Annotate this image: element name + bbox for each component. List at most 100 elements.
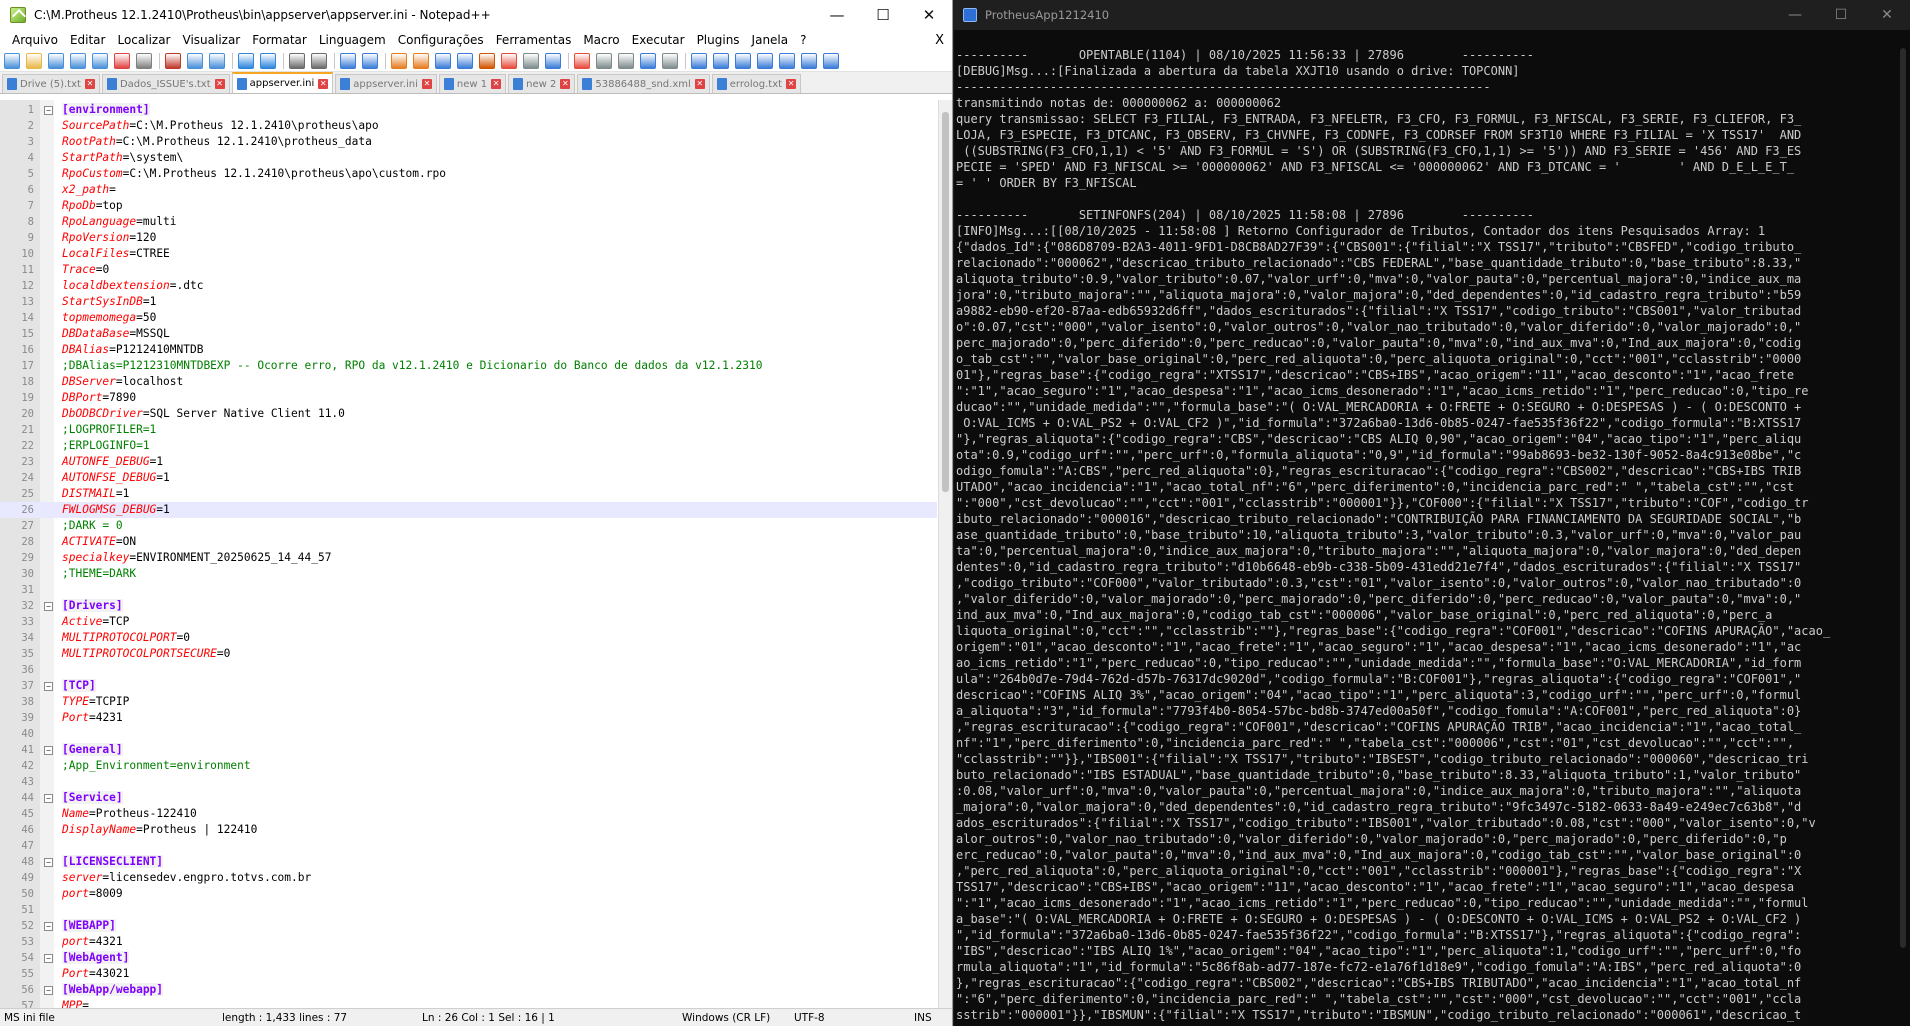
file-tab[interactable]: new 1 ✕ — [438, 74, 507, 93]
editor-line[interactable]: 54 − [WebAgent] — [0, 950, 937, 966]
editor-line[interactable]: 16 DBAlias=P1212410MNTDB — [0, 342, 937, 358]
toolbar-button-icon[interactable] — [596, 52, 612, 69]
editor-line[interactable]: 40 — [0, 726, 937, 742]
tab-close-icon[interactable]: ✕ — [560, 79, 571, 89]
editor-line[interactable]: 11 Trace=0 — [0, 262, 937, 278]
toolbar-button-icon[interactable] — [209, 52, 225, 69]
editor-line[interactable]: 23 AUTONFE_DEBUG=1 — [0, 454, 937, 470]
menu-item[interactable]: Configurações — [392, 33, 490, 47]
editor-line[interactable]: 20 DbODBCDriver=SQL Server Native Client … — [0, 406, 937, 422]
toolbar-button-icon[interactable] — [391, 52, 407, 69]
editor-line[interactable]: 27 ;DARK = 0 — [0, 518, 937, 534]
editor-line[interactable]: 8 RpoLanguage=multi — [0, 214, 937, 230]
menu-item[interactable]: Executar — [626, 33, 691, 47]
tab-close-icon[interactable]: ✕ — [214, 79, 225, 89]
menu-item[interactable]: Visualizar — [177, 33, 247, 47]
tab-close-icon[interactable]: ✕ — [421, 79, 432, 89]
menu-item[interactable]: Localizar — [111, 33, 176, 47]
fold-toggle-icon[interactable]: − — [44, 746, 53, 755]
file-tab[interactable]: errolog.txt ✕ — [711, 74, 802, 93]
editor-line[interactable]: 44 − [Service] — [0, 790, 937, 806]
tab-close-icon[interactable]: ✕ — [694, 79, 705, 89]
file-tab[interactable]: new 2 ✕ — [508, 74, 576, 93]
editor-line[interactable]: 49 server=licensedev.engpro.totvs.com.br — [0, 870, 937, 886]
editor-line[interactable]: 38 TYPE=TCPIP — [0, 694, 937, 710]
toolbar-button-icon[interactable] — [735, 52, 751, 69]
toolbar-button-icon[interactable] — [48, 52, 64, 69]
toolbar-button-icon[interactable] — [114, 52, 130, 69]
fold-toggle-icon[interactable]: − — [44, 602, 53, 611]
editor-line[interactable]: 34 MULTIPROTOCOLPORT=0 — [0, 630, 937, 646]
menu-item[interactable]: Plugins — [691, 33, 746, 47]
toolbar-button-icon[interactable] — [70, 52, 86, 69]
editor-line[interactable]: 30 ;THEME=DARK — [0, 566, 937, 582]
toolbar-button-icon[interactable] — [801, 52, 817, 69]
toolbar-button-icon[interactable] — [136, 52, 152, 69]
editor-lines[interactable]: 1− [environment] 2 SourcePath=C:\M.Protheus… — [0, 102, 937, 1008]
editor-line[interactable]: 10 LocalFiles=CTREE — [0, 246, 937, 262]
editor-line[interactable]: 18 DBServer=localhost — [0, 374, 937, 390]
toolbar-button-icon[interactable] — [662, 52, 678, 69]
toolbar-button-icon[interactable] — [757, 52, 773, 69]
toolbar-button-icon[interactable] — [479, 52, 495, 69]
editor-line[interactable]: 52 − [WEBAPP] — [0, 918, 937, 934]
toolbar-button-icon[interactable] — [779, 52, 795, 69]
toolbar-button-icon[interactable] — [26, 52, 42, 69]
toolbar-button-icon[interactable] — [435, 52, 451, 69]
console-scrollbar[interactable] — [1896, 30, 1910, 1026]
file-tab[interactable]: 53886488_snd.xml ✕ — [577, 74, 710, 93]
toolbar-button-icon[interactable] — [92, 52, 108, 69]
console-scrollbar-thumb[interactable] — [1900, 48, 1906, 948]
editor-line[interactable]: 5 RpoCustom=C:\M.Protheus 12.1.2410\proth… — [0, 166, 937, 182]
fold-toggle-icon[interactable]: − — [44, 858, 53, 867]
toolbar-button-icon[interactable] — [523, 52, 539, 69]
editor-line[interactable]: 31 — [0, 582, 937, 598]
menu-item[interactable]: Arquivo — [6, 33, 64, 47]
file-tab[interactable]: appserver.ini ✕ — [231, 72, 334, 93]
editor-line[interactable]: 42 ;App_Environment=environment — [0, 758, 937, 774]
tab-close-icon[interactable]: ✕ — [84, 79, 95, 89]
menu-item[interactable]: Janela — [746, 33, 795, 47]
editor-line[interactable]: 28 ACTIVATE=ON — [0, 534, 937, 550]
editor-line[interactable]: 17 ;DBAlias=P1212310MNTDBEXP -- Ocorre er… — [0, 358, 937, 374]
menu-item[interactable]: Formatar — [246, 33, 313, 47]
menu-item[interactable]: Linguagem — [313, 33, 392, 47]
file-tab[interactable]: appserver.ini ✕ — [335, 74, 437, 93]
editor-area[interactable]: 1− [environment] 2 SourcePath=C:\M.Protheus… — [0, 100, 952, 1008]
editor-line[interactable]: 50 port=8009 — [0, 886, 937, 902]
toolbar-button-icon[interactable] — [4, 52, 20, 69]
editor-line[interactable]: 21 ;LOGPROFILER=1 — [0, 422, 937, 438]
menu-item[interactable]: Editar — [64, 33, 112, 47]
editor-line[interactable]: 32 − [Drivers] — [0, 598, 937, 614]
editor-line[interactable]: 57 MPP= — [0, 998, 937, 1008]
scrollbar-thumb[interactable] — [942, 112, 949, 492]
editor-line[interactable]: 12 localdbextension=.dtc — [0, 278, 937, 294]
editor-line[interactable]: 36 — [0, 662, 937, 678]
editor-line[interactable]: 35 MULTIPROTOCOLPORTSECURE=0 — [0, 646, 937, 662]
editor-line[interactable]: 53 port=4321 — [0, 934, 937, 950]
toolbar-button-icon[interactable] — [640, 52, 656, 69]
toolbar-button-icon[interactable] — [187, 52, 203, 69]
console-minimize-button[interactable]: — — [1772, 0, 1818, 30]
menu-item[interactable]: Ferramentas — [490, 33, 578, 47]
editor-line[interactable]: 26 FWLOGMSG_DEBUG=1 — [0, 502, 937, 518]
toolbar-button-icon[interactable] — [501, 52, 517, 69]
editor-line[interactable]: 37 − [TCP] — [0, 678, 937, 694]
menu-item[interactable]: ? — [794, 33, 812, 47]
editor-line[interactable]: 43 — [0, 774, 937, 790]
editor-line[interactable]: 13 StartSysInDB=1 — [0, 294, 937, 310]
fold-toggle-icon[interactable]: − — [44, 106, 53, 115]
file-tab[interactable]: Dados_ISSUE's.txt ✕ — [101, 74, 230, 93]
tab-close-icon[interactable]: ✕ — [491, 79, 502, 89]
editor-line[interactable]: 22 ;ERPLOGINFO=1 — [0, 438, 937, 454]
toolbar-button-icon[interactable] — [618, 52, 634, 69]
editor-line[interactable]: 2 SourcePath=C:\M.Protheus 12.1.2410\prot… — [0, 118, 937, 134]
editor-vertical-scrollbar[interactable] — [938, 100, 952, 1008]
editor-line[interactable]: 9 RpoVersion=120 — [0, 230, 937, 246]
editor-line[interactable]: 25 DISTMAIL=1 — [0, 486, 937, 502]
menu-close-document-button[interactable]: X — [935, 33, 944, 48]
editor-line[interactable]: 7 RpoDb=top — [0, 198, 937, 214]
toolbar-button-icon[interactable] — [165, 52, 181, 69]
maximize-button[interactable]: ☐ — [860, 0, 906, 30]
file-tab[interactable]: Drive (5).txt ✕ — [2, 74, 100, 93]
